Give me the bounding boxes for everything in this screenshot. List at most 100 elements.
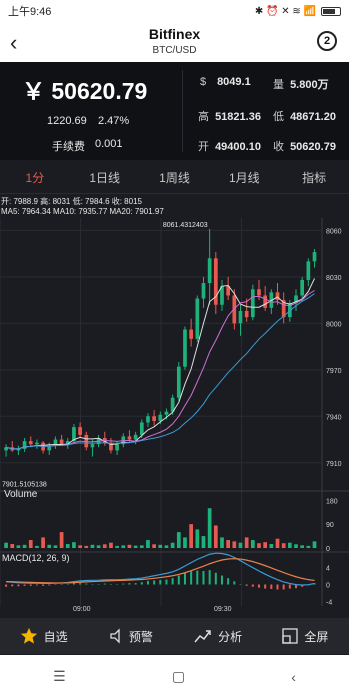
- volume-bar: [22, 544, 27, 548]
- macd-tick-label: 4: [326, 566, 330, 573]
- macd-tick-label: 0: [326, 583, 330, 590]
- volume-bar: [275, 538, 280, 548]
- kline-chart[interactable]: 8060 8030 8000 7970 7940 7910 8061.4312403 7901…: [0, 218, 349, 618]
- candle-body: [201, 283, 206, 299]
- macd-bar: [288, 584, 291, 589]
- close-stat: 收 50620.79: [273, 138, 336, 154]
- volume-bar: [257, 543, 261, 548]
- high-key: 高: [198, 111, 209, 123]
- volume-bar: [213, 525, 218, 548]
- fee-value: 0.001: [95, 138, 123, 150]
- price-summary: ￥ 50620.79 1220.69 2.47% 手续费 0.001 $ 804…: [0, 62, 349, 160]
- close-value: 50620.79: [290, 141, 336, 153]
- back-icon[interactable]: ‹: [291, 669, 296, 685]
- high-stat: 高 51821.36: [198, 108, 261, 124]
- system-nav-bar: ☰ ▢ ‹: [0, 655, 349, 698]
- volume-key: 量: [273, 79, 284, 91]
- help-icon[interactable]: 2: [317, 31, 337, 51]
- status-time: 上午9:46: [8, 6, 52, 18]
- volume-bar: [164, 545, 169, 548]
- macd-bar: [128, 583, 131, 585]
- bell-icon: [110, 628, 120, 644]
- candle-body: [152, 416, 156, 421]
- candle-body: [146, 416, 150, 423]
- volume-bar: [201, 536, 206, 548]
- macd-bar: [72, 583, 75, 585]
- volume-bar: [244, 537, 249, 548]
- macd-bar: [29, 584, 32, 586]
- macd-bar: [227, 578, 230, 585]
- price-tick-label: 7970: [326, 368, 342, 375]
- min-price-label: 7901.5105138: [2, 482, 47, 489]
- nav-analysis[interactable]: 分析: [175, 618, 262, 654]
- macd-bar: [140, 582, 143, 585]
- macd-bar: [17, 584, 20, 587]
- macd-bar: [103, 583, 106, 585]
- volume-bar: [269, 544, 274, 548]
- volume-value: 5.800万: [290, 79, 329, 91]
- candle-body: [189, 329, 193, 339]
- candle-body: [176, 366, 181, 398]
- tab-1min[interactable]: 1分: [0, 162, 70, 193]
- volume-bar: [226, 540, 231, 548]
- tab-1week[interactable]: 1周线: [140, 162, 210, 193]
- volume-bar: [139, 545, 144, 548]
- volume-bar: [306, 545, 311, 548]
- macd-bar: [35, 584, 38, 586]
- macd-bar: [183, 572, 186, 585]
- home-icon[interactable]: ▢: [172, 668, 185, 685]
- volume-bar: [281, 543, 286, 548]
- fullscreen-icon: [282, 628, 299, 644]
- volume-bar: [207, 508, 212, 548]
- volume-bar: [65, 544, 70, 548]
- macd-bar: [264, 584, 267, 589]
- volume-bar: [133, 545, 138, 548]
- nav-fullscreen[interactable]: 全屏: [262, 618, 349, 654]
- tab-1month[interactable]: 1月线: [209, 162, 279, 193]
- candle-body: [35, 442, 39, 445]
- high-value: 51821.36: [215, 111, 261, 123]
- macd-bar: [146, 580, 149, 585]
- tab-1day[interactable]: 1日线: [70, 162, 140, 193]
- volume-bar: [41, 537, 45, 548]
- exchange-title: Bitfinex: [148, 26, 201, 42]
- macd-bar: [85, 583, 88, 585]
- volume-bar: [78, 545, 82, 548]
- nav-alert[interactable]: 预警: [87, 618, 174, 654]
- macd-bar: [251, 584, 254, 587]
- volume-stat: 量 5.800万: [273, 76, 329, 92]
- open-key: 开: [198, 141, 209, 153]
- tab-indicators[interactable]: 指标: [279, 162, 349, 193]
- macd-bar: [23, 584, 26, 586]
- price-tick-label: 8060: [326, 228, 342, 235]
- volume-bar: [189, 524, 193, 548]
- menu-icon[interactable]: ☰: [53, 668, 66, 685]
- nav-watchlist-label: 自选: [43, 629, 68, 644]
- volume-label: Volume: [4, 489, 38, 500]
- ma-readout: MA5: 7964.34 MA10: 7935.77 MA20: 7901.97: [1, 207, 164, 216]
- macd-bar: [196, 570, 199, 585]
- candle-body: [28, 441, 33, 445]
- nav-watchlist[interactable]: 自选: [0, 618, 87, 654]
- price-tick-label: 7940: [326, 414, 342, 421]
- candle-body: [275, 292, 280, 301]
- bottom-action-bar: 自选 预警 分析 全屏: [0, 618, 349, 654]
- volume-bar: [294, 544, 298, 548]
- open-stat: 开 49400.10: [198, 138, 261, 154]
- macd-tick-label: -4: [326, 599, 332, 606]
- volume-bar: [35, 545, 39, 548]
- macd-bar: [177, 575, 180, 585]
- volume-bar: [232, 541, 237, 548]
- macd-bar: [159, 580, 162, 585]
- chart-icon: [194, 630, 211, 643]
- volume-bar: [158, 544, 163, 548]
- volume-bar: [10, 544, 15, 548]
- volume-bar: [53, 545, 58, 548]
- max-price-label: 8061.4312403: [163, 222, 208, 229]
- status-bar: 上午9:46 ✱ ⏰ ✕ ≋ 📶: [0, 0, 349, 22]
- macd-bar: [79, 583, 82, 585]
- low-stat: 低 48671.20: [273, 108, 336, 124]
- ma20-line: [5, 293, 315, 450]
- volume-bar: [170, 542, 175, 548]
- macd-bar: [42, 584, 45, 586]
